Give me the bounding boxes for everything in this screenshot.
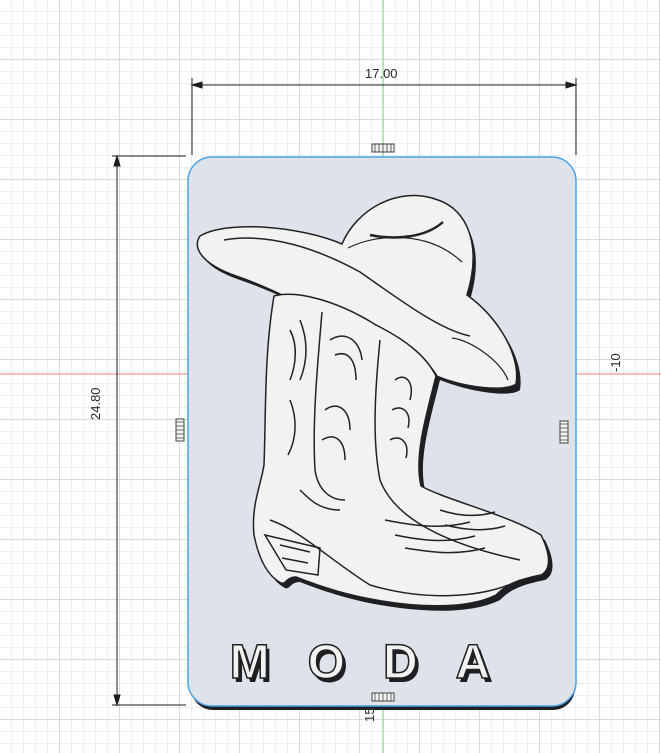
width-dimension[interactable] [190, 78, 578, 155]
viewport-canvas[interactable]: MODA MODA [0, 0, 661, 753]
height-dimension-label[interactable]: 24.80 [88, 387, 103, 420]
width-dimension-label[interactable]: 17.00 [365, 66, 398, 81]
axis-label-right: -10 [608, 353, 623, 372]
axis-label-bottom: 15 [362, 707, 377, 722]
plate-text: MODA [230, 636, 529, 689]
height-dimension[interactable] [112, 154, 186, 707]
plate-text-group[interactable]: MODA MODA [229, 635, 532, 693]
